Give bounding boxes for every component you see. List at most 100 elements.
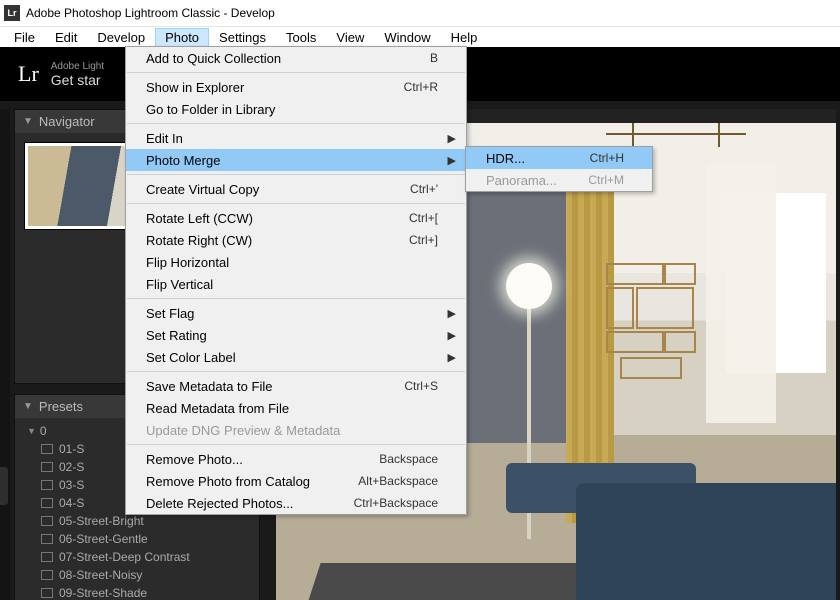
menu-item-shortcut: B — [430, 51, 438, 65]
menu-item[interactable]: Flip Vertical — [126, 273, 466, 295]
menu-item[interactable]: Photo Merge ▶ — [126, 149, 466, 171]
preset-icon — [41, 552, 53, 562]
menu-item-label: HDR... — [486, 151, 590, 166]
menu-settings[interactable]: Settings — [209, 28, 276, 47]
preset-icon — [41, 462, 53, 472]
menu-item-label: Set Flag — [146, 306, 438, 321]
menu-item[interactable]: Set Rating▶ — [126, 324, 466, 346]
panel-collapse-handle[interactable] — [0, 467, 8, 505]
menu-item-shortcut: Ctrl+[ — [409, 211, 438, 225]
preset-label: 07-Street-Deep Contrast — [59, 550, 190, 564]
submenu-arrow-icon: ▶ — [448, 132, 456, 145]
menu-item-label: Show in Explorer — [146, 80, 404, 95]
menu-item-label: Photo Merge — [146, 153, 438, 168]
menu-item-shortcut: Ctrl+Backspace — [354, 496, 438, 510]
menu-separator — [127, 298, 465, 299]
menu-item[interactable]: Read Metadata from File — [126, 397, 466, 419]
menu-item[interactable]: Rotate Left (CCW)Ctrl+[ — [126, 207, 466, 229]
menu-item-label: Remove Photo... — [146, 452, 379, 467]
menu-item-shortcut: Ctrl+R — [404, 80, 438, 94]
menu-item-shortcut: Ctrl+H — [590, 151, 624, 165]
preset-label: 06-Street-Gentle — [59, 532, 148, 546]
preset-label: 02-S — [59, 460, 84, 474]
menu-item-shortcut: Ctrl+S — [404, 379, 438, 393]
preset-icon — [41, 516, 53, 526]
presets-title: Presets — [39, 399, 83, 414]
menu-separator — [127, 444, 465, 445]
brand-line1: Adobe Light — [51, 61, 104, 72]
menu-view[interactable]: View — [326, 28, 374, 47]
menu-item[interactable]: Rotate Right (CW)Ctrl+] — [126, 229, 466, 251]
submenu-arrow-icon: ▶ — [448, 329, 456, 342]
menu-item-shortcut: Ctrl+] — [409, 233, 438, 247]
window-title: Adobe Photoshop Lightroom Classic - Deve… — [26, 6, 275, 20]
preset-item[interactable]: 07-Street-Deep Contrast — [15, 548, 259, 566]
preset-icon — [41, 570, 53, 580]
preset-group-label: 0 — [40, 424, 47, 438]
menu-item-label: Read Metadata from File — [146, 401, 438, 416]
menu-edit[interactable]: Edit — [45, 28, 87, 47]
preset-item[interactable]: 09-Street-Shade — [15, 584, 259, 600]
menu-item[interactable]: Set Color Label▶ — [126, 346, 466, 368]
preset-label: 03-S — [59, 478, 84, 492]
menu-item[interactable]: Add to Quick CollectionB — [126, 47, 466, 69]
preset-label: 01-S — [59, 442, 84, 456]
menu-file[interactable]: File — [4, 28, 45, 47]
preset-label: 08-Street-Noisy — [59, 568, 142, 582]
menu-item-label: Flip Horizontal — [146, 255, 438, 270]
menu-item-label: Delete Rejected Photos... — [146, 496, 354, 511]
menu-item-label: Save Metadata to File — [146, 379, 404, 394]
menu-separator — [127, 203, 465, 204]
brand-logo: Lr — [18, 61, 39, 87]
menu-develop[interactable]: Develop — [87, 28, 155, 47]
menu-item[interactable]: Remove Photo from CatalogAlt+Backspace — [126, 470, 466, 492]
preset-item[interactable]: 06-Street-Gentle — [15, 530, 259, 548]
menu-item[interactable]: Delete Rejected Photos...Ctrl+Backspace — [126, 492, 466, 514]
menu-item[interactable]: Show in ExplorerCtrl+R — [126, 76, 466, 98]
menu-help[interactable]: Help — [441, 28, 488, 47]
menu-item-label: Add to Quick Collection — [146, 51, 430, 66]
window-titlebar: Lr Adobe Photoshop Lightroom Classic - D… — [0, 0, 840, 27]
menu-item[interactable]: Flip Horizontal — [126, 251, 466, 273]
photo-merge-submenu: HDR...Ctrl+HPanorama...Ctrl+M — [465, 146, 653, 192]
menu-item[interactable]: Edit In ▶ — [126, 127, 466, 149]
menu-separator — [127, 123, 465, 124]
preset-icon — [41, 498, 53, 508]
preset-label: 09-Street-Shade — [59, 586, 147, 600]
menu-item[interactable]: Go to Folder in Library — [126, 98, 466, 120]
submenu-arrow-icon: ▶ — [448, 154, 456, 167]
menu-item-shortcut: Ctrl+M — [588, 173, 624, 187]
menu-item-label: Rotate Right (CW) — [146, 233, 409, 248]
disclosure-triangle-icon: ▼ — [23, 116, 33, 127]
menu-item-shortcut: Backspace — [379, 452, 438, 466]
preset-icon — [41, 444, 53, 454]
menu-item[interactable]: HDR...Ctrl+H — [466, 147, 652, 169]
menu-item[interactable]: Save Metadata to FileCtrl+S — [126, 375, 466, 397]
menu-item-label: Edit In — [146, 131, 438, 146]
navigator-thumbnail[interactable] — [25, 143, 141, 229]
menu-item-shortcut: Alt+Backspace — [358, 474, 438, 488]
menu-item-shortcut: Ctrl+' — [410, 182, 438, 196]
photo-menu-dropdown: Add to Quick CollectionB Show in Explorer… — [125, 46, 467, 515]
menu-item-label: Update DNG Preview & Metadata — [146, 423, 438, 438]
preset-item[interactable]: 08-Street-Noisy — [15, 566, 259, 584]
disclosure-triangle-icon: ▼ — [23, 401, 33, 412]
menu-separator — [127, 174, 465, 175]
menu-item[interactable]: Create Virtual CopyCtrl+' — [126, 178, 466, 200]
menu-item[interactable]: Remove Photo...Backspace — [126, 448, 466, 470]
menu-item[interactable]: Set Flag ▶ — [126, 302, 466, 324]
submenu-arrow-icon: ▶ — [448, 351, 456, 364]
menu-photo[interactable]: Photo — [155, 28, 209, 47]
left-gutter — [0, 109, 10, 600]
menu-item-label: Panorama... — [486, 173, 588, 188]
menu-window[interactable]: Window — [374, 28, 440, 47]
menu-separator — [127, 371, 465, 372]
menu-separator — [127, 72, 465, 73]
menu-item-label: Remove Photo from Catalog — [146, 474, 358, 489]
submenu-arrow-icon: ▶ — [448, 307, 456, 320]
menu-item-label: Create Virtual Copy — [146, 182, 410, 197]
menu-item-label: Go to Folder in Library — [146, 102, 438, 117]
menu-tools[interactable]: Tools — [276, 28, 326, 47]
menubar: FileEditDevelopPhotoSettingsToolsViewWin… — [0, 27, 840, 47]
app-icon: Lr — [4, 5, 20, 21]
